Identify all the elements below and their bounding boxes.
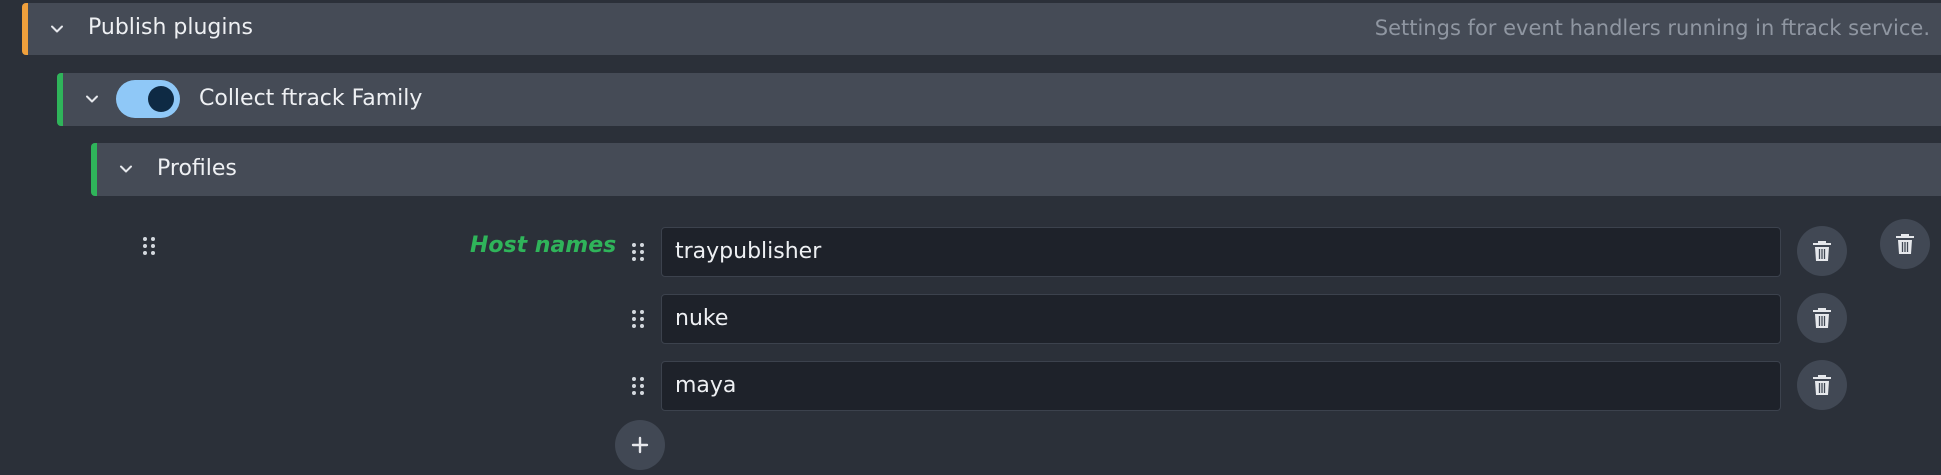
drag-handle-icon[interactable] (631, 309, 645, 329)
publish-plugins-header[interactable]: Publish plugins Settings for event handl… (22, 3, 1941, 55)
publish-plugins-description: Settings for event handlers running in f… (1374, 16, 1930, 40)
delete-profile-button[interactable] (1880, 219, 1930, 269)
profiles-accent (91, 143, 97, 196)
drag-handle-icon[interactable] (631, 376, 645, 396)
toggle-knob (148, 86, 174, 112)
host-names-label: Host names (470, 233, 617, 258)
collect-ftrack-family-accent (57, 73, 63, 126)
trash-icon (1813, 375, 1831, 395)
delete-host-name-button[interactable] (1797, 226, 1847, 276)
profiles-title: Profiles (157, 156, 237, 181)
add-host-name-button[interactable] (615, 420, 665, 470)
trash-icon (1813, 241, 1831, 261)
host-name-input[interactable]: maya (661, 361, 1781, 411)
chevron-down-icon[interactable] (84, 91, 100, 107)
plus-icon (631, 436, 649, 454)
profiles-header[interactable]: Profiles (91, 143, 1941, 196)
profile-drag-handle-icon[interactable] (142, 236, 156, 256)
drag-handle-icon[interactable] (631, 242, 645, 262)
host-name-input[interactable]: nuke (661, 294, 1781, 344)
chevron-down-icon[interactable] (118, 161, 134, 177)
collect-ftrack-family-title: Collect ftrack Family (199, 86, 423, 111)
collect-ftrack-family-header[interactable]: Collect ftrack Family (57, 73, 1941, 126)
delete-host-name-button[interactable] (1797, 293, 1847, 343)
publish-plugins-accent (22, 3, 28, 55)
chevron-down-icon[interactable] (49, 21, 65, 37)
publish-plugins-title: Publish plugins (88, 15, 253, 40)
trash-icon (1896, 234, 1914, 254)
delete-host-name-button[interactable] (1797, 360, 1847, 410)
host-name-input[interactable]: traypublisher (661, 227, 1781, 277)
trash-icon (1813, 308, 1831, 328)
collect-ftrack-family-enabled-toggle[interactable] (116, 80, 180, 118)
